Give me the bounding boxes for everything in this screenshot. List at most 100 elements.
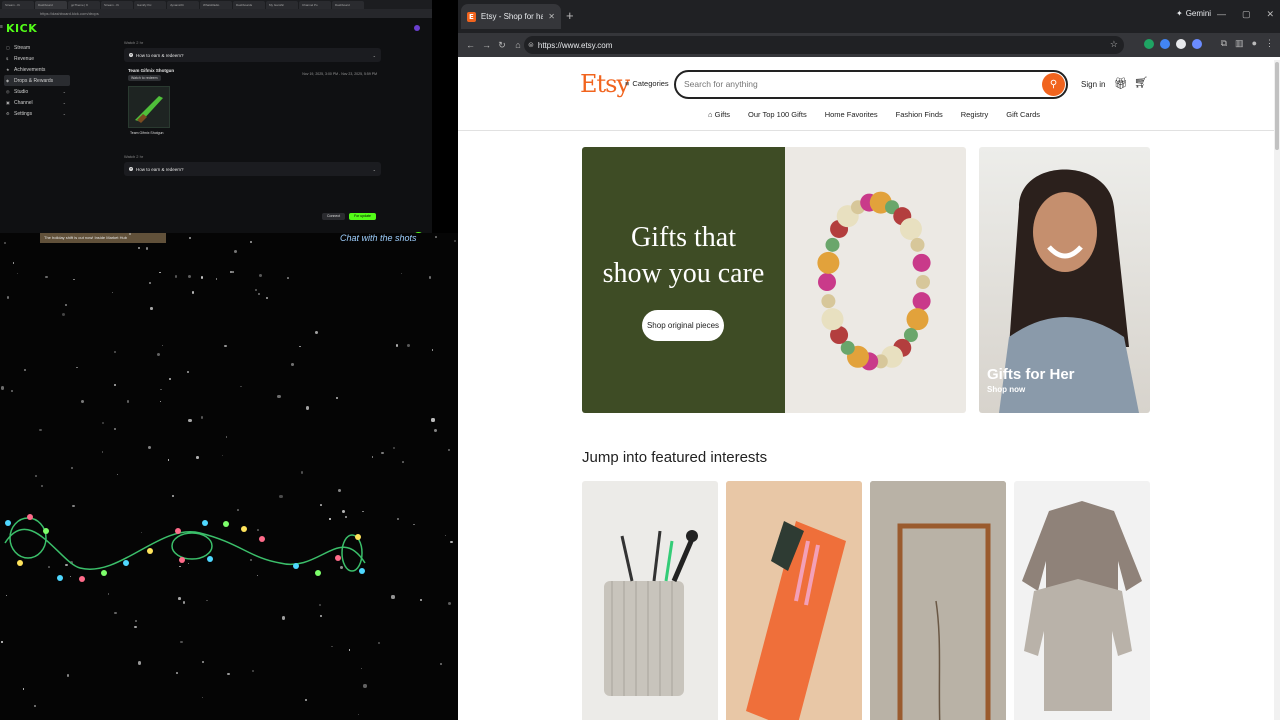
- sidebar-item-settings[interactable]: ⚙ Settings ⌄: [4, 108, 70, 119]
- bookmark-star-icon[interactable]: ☆: [1110, 39, 1118, 50]
- faq-accordion[interactable]: ? How to earn & redeem? ⌄: [124, 48, 381, 62]
- pen-holder-image: [604, 530, 698, 696]
- extension-icon[interactable]: [1144, 39, 1154, 49]
- kick-tab[interactable]: Stream - Ki: [2, 1, 34, 9]
- chrome-browser-window: E Etsy - Shop for handmade, vintage ✕ + …: [458, 0, 1280, 720]
- nav-label: Gifts: [714, 110, 731, 119]
- shop-original-pieces-button[interactable]: Shop original pieces: [642, 310, 724, 341]
- nav-fashion-finds[interactable]: Fashion Finds: [896, 110, 943, 119]
- puzzle-icon[interactable]: ⧉: [1221, 38, 1227, 49]
- home-icon[interactable]: ⌂: [514, 40, 522, 50]
- gemini-button[interactable]: ✦ Gemini: [1176, 9, 1211, 18]
- ornament-ball: [821, 308, 844, 331]
- kick-logo[interactable]: KICK: [6, 22, 37, 35]
- ornament-ball: [916, 275, 930, 289]
- tab-etsy[interactable]: E Etsy - Shop for handmade, vintage ✕: [461, 4, 561, 29]
- shop-now-link[interactable]: Shop now: [987, 385, 1025, 394]
- kick-tab[interactable]: goTheme | K: [68, 1, 100, 9]
- sidebar-item-revenue[interactable]: $ Revenue: [4, 53, 70, 64]
- interest-card[interactable]: [726, 481, 862, 720]
- extension-icon[interactable]: [1160, 39, 1170, 49]
- forward-icon[interactable]: →: [482, 40, 491, 50]
- minimize-icon[interactable]: —: [1217, 9, 1226, 20]
- sidebar-item-studio[interactable]: ◎ Studio ⌄: [4, 86, 70, 97]
- search-bar: ⚲: [674, 70, 1068, 99]
- stream-overlay: The holiday shift is out now! Inside Mar…: [0, 233, 458, 720]
- light-bulbs: [5, 514, 365, 582]
- hero-banner[interactable]: Gifts that show you care Shop original p…: [582, 147, 966, 413]
- cart-icon[interactable]: 🛒︎: [1134, 76, 1148, 89]
- maximize-icon[interactable]: ▢: [1242, 9, 1251, 20]
- kick-tab[interactable]: WhatsRadio: [200, 1, 232, 9]
- gift-icon[interactable]: 🎁︎: [1114, 77, 1128, 90]
- frame-image: [870, 481, 1006, 720]
- site-info-icon[interactable]: ⊜: [528, 41, 534, 49]
- connect-button[interactable]: Connect: [322, 213, 346, 220]
- etsy-favicon-icon: E: [467, 11, 476, 22]
- revenue-icon: $: [6, 56, 9, 61]
- drop-item-name: Team Gifmix Shotgun: [130, 131, 164, 135]
- kick-tab[interactable]: Channel Po: [299, 1, 331, 9]
- faq-accordion[interactable]: ? How to earn & redeem? ⌄: [124, 162, 381, 176]
- more-menu-icon[interactable]: ⋮: [1265, 38, 1274, 49]
- toolbar-right: ⧉ ▥ ● ⋮: [1221, 38, 1274, 49]
- kick-tab[interactable]: Gamify Kic: [134, 1, 166, 9]
- etsy-logo[interactable]: Etsy: [580, 70, 630, 98]
- kick-tab[interactable]: Dashboards: [233, 1, 265, 9]
- divider: [458, 130, 1274, 131]
- sidebar-item-label: Achievements: [14, 66, 46, 73]
- nav-top-100-gifts[interactable]: Our Top 100 Gifts: [748, 110, 807, 119]
- interest-card[interactable]: [1014, 481, 1150, 720]
- tab-strip: E Etsy - Shop for handmade, vintage ✕ + …: [458, 0, 1280, 33]
- nav-home-favorites[interactable]: Home Favorites: [825, 110, 878, 119]
- nav-registry[interactable]: Registry: [961, 110, 989, 119]
- search-input[interactable]: [684, 79, 1034, 89]
- for-update-button[interactable]: For update: [349, 213, 376, 220]
- extension-icon[interactable]: [1176, 39, 1186, 49]
- new-tab-button[interactable]: +: [566, 9, 574, 22]
- avatar[interactable]: [414, 25, 420, 31]
- back-icon[interactable]: ←: [466, 40, 475, 50]
- reload-icon[interactable]: ↻: [498, 40, 506, 51]
- watch-to-redeem-button[interactable]: Watch to redeem: [128, 75, 161, 81]
- sidebar-item-label: Studio: [14, 88, 29, 95]
- section-label: Watch 2 hr: [124, 40, 144, 45]
- chevron-down-icon: ⌄: [62, 100, 66, 105]
- sidebar-item-achievements[interactable]: ★ Achievements: [4, 64, 70, 75]
- hero-title-line: show you care: [602, 258, 765, 289]
- nav-gift-cards[interactable]: Gift Cards: [1006, 110, 1040, 119]
- scrollbar[interactable]: [1274, 60, 1280, 720]
- sidebar-item-drops[interactable]: ◆ Drops & Rewards: [4, 75, 70, 86]
- sidebar-item-stream[interactable]: ▢ Stream: [4, 42, 70, 53]
- ornament-ball: [825, 237, 840, 252]
- kick-address-bar[interactable]: https://dashboard.kick.com/drops: [0, 9, 432, 18]
- kick-tab[interactable]: Dashboard: [332, 1, 364, 9]
- etsy-nav: ⌂ Gifts Our Top 100 Gifts Home Favorites…: [708, 110, 1040, 119]
- sidepanel-icon[interactable]: ▥: [1235, 38, 1244, 49]
- kick-tab[interactable]: My Gamific: [266, 1, 298, 9]
- nav-gifts[interactable]: ⌂ Gifts: [708, 110, 730, 119]
- hero-title-line: Gifts that: [631, 222, 736, 253]
- faq-label: How to earn & redeem?: [136, 52, 184, 58]
- scrollbar-thumb[interactable]: [1275, 62, 1279, 150]
- close-window-icon[interactable]: ✕: [1266, 9, 1274, 20]
- kick-tab[interactable]: Stream - Ki: [101, 1, 133, 9]
- sign-in-link[interactable]: Sign in: [1081, 80, 1105, 89]
- menu-icon[interactable]: ≡: [0, 24, 5, 30]
- shotgun-item-image[interactable]: [128, 86, 170, 128]
- kick-tab[interactable]: dynamicKi: [167, 1, 199, 9]
- search-button[interactable]: ⚲: [1042, 73, 1065, 96]
- close-icon[interactable]: ✕: [548, 12, 555, 21]
- extension-icon[interactable]: [1192, 39, 1202, 49]
- address-bar[interactable]: ⊜ https://www.etsy.com ☆: [524, 36, 1124, 54]
- kick-tab[interactable]: Dashboard: [35, 1, 67, 9]
- gifts-for-her-card[interactable]: Gifts for Her Shop now: [979, 147, 1150, 413]
- sidebar-item-channel[interactable]: ▣ Channel ⌄: [4, 97, 70, 108]
- ornament-wreath-illustration: [817, 191, 931, 371]
- ornament-ball: [817, 251, 840, 274]
- interest-card[interactable]: [870, 481, 1006, 720]
- categories-button[interactable]: ≡ Categories: [625, 79, 669, 88]
- window-controls: — ▢ ✕: [1217, 9, 1274, 20]
- interest-card[interactable]: [582, 481, 718, 720]
- profile-avatar[interactable]: ●: [1252, 38, 1257, 49]
